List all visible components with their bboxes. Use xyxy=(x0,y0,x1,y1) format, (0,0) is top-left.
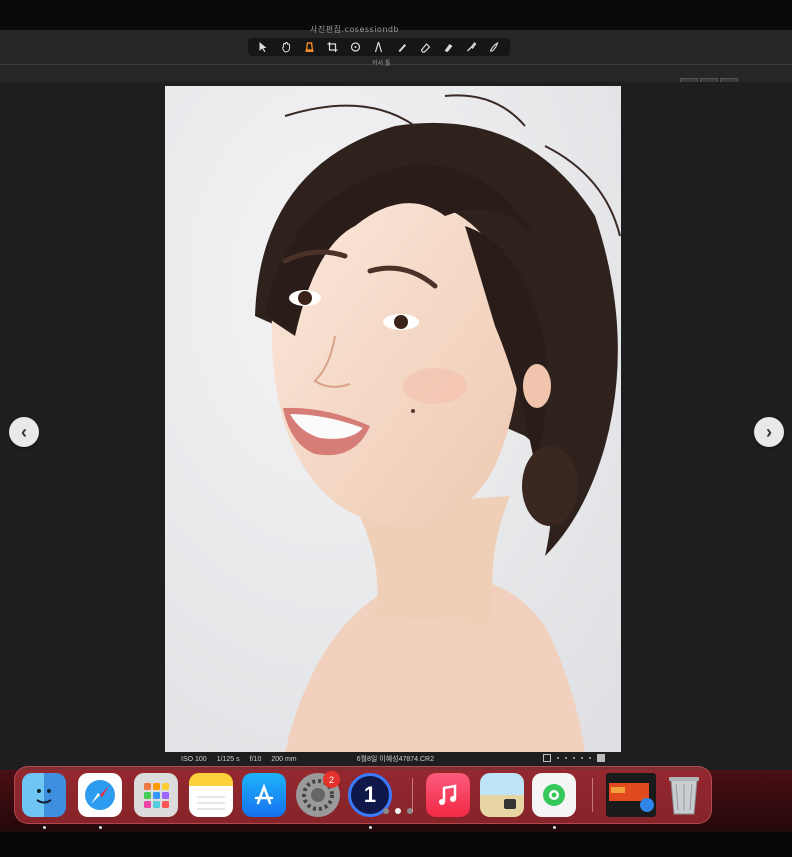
eraser-icon[interactable] xyxy=(415,40,435,54)
color-picker-icon[interactable] xyxy=(461,40,481,54)
page-dot-active xyxy=(395,808,401,814)
cursor-toolbar xyxy=(248,38,510,56)
shutter-value: 1/125 s xyxy=(216,755,240,763)
iso-value: ISO 100 xyxy=(181,755,207,763)
rating-dot-icon[interactable] xyxy=(581,757,583,759)
dock-separator xyxy=(592,778,593,812)
cursor-tool-icon[interactable] xyxy=(300,40,320,54)
focal-length-value: 200 mm xyxy=(271,755,297,763)
running-indicator xyxy=(553,826,556,829)
running-indicator xyxy=(369,826,372,829)
aperture-value: f/10 xyxy=(249,755,262,763)
launchpad-icon[interactable] xyxy=(134,773,178,817)
crop-icon[interactable] xyxy=(323,40,343,54)
find-my-icon[interactable] xyxy=(532,773,576,817)
trash-icon[interactable] xyxy=(662,773,706,817)
preview-icon[interactable] xyxy=(480,773,524,817)
rating-dot-icon[interactable] xyxy=(589,757,591,759)
active-tool-label: 커서 툴 xyxy=(372,60,391,67)
color-tag-icon[interactable] xyxy=(543,754,551,762)
header-divider xyxy=(0,64,792,65)
bottom-bezel xyxy=(0,832,792,857)
next-button[interactable]: › xyxy=(754,417,784,447)
page-dot xyxy=(383,808,389,814)
previous-button[interactable]: ‹ xyxy=(9,417,39,447)
running-indicator xyxy=(43,826,46,829)
rotate-icon[interactable] xyxy=(346,40,366,54)
app-store-icon[interactable] xyxy=(242,773,286,817)
safari-icon[interactable] xyxy=(78,773,122,817)
dock-separator xyxy=(412,778,413,812)
downloads-stack-icon[interactable] xyxy=(606,773,656,817)
music-icon[interactable] xyxy=(426,773,470,817)
hand-icon[interactable] xyxy=(277,40,297,54)
notes-icon[interactable] xyxy=(189,773,233,817)
rating-dot-icon[interactable] xyxy=(565,757,567,759)
finder-icon[interactable] xyxy=(22,773,66,817)
page-indicator xyxy=(383,808,413,814)
portrait-photo xyxy=(165,86,621,752)
rating-dot-icon[interactable] xyxy=(557,757,559,759)
rating-controls xyxy=(543,754,605,762)
gradient-brush-icon[interactable] xyxy=(438,40,458,54)
brush-icon[interactable] xyxy=(392,40,412,54)
window-title: 사진편집.cosessiondb xyxy=(310,25,400,34)
rating-dot-icon[interactable] xyxy=(573,757,575,759)
select-arrow-icon[interactable] xyxy=(254,40,274,54)
running-indicator xyxy=(99,826,102,829)
file-name: 6월8일 이혜성47874.CR2 xyxy=(356,756,434,763)
annotate-icon[interactable] xyxy=(484,40,504,54)
straighten-icon[interactable] xyxy=(369,40,389,54)
notification-badge: 2 xyxy=(323,771,340,788)
tag-icon[interactable] xyxy=(597,754,605,762)
